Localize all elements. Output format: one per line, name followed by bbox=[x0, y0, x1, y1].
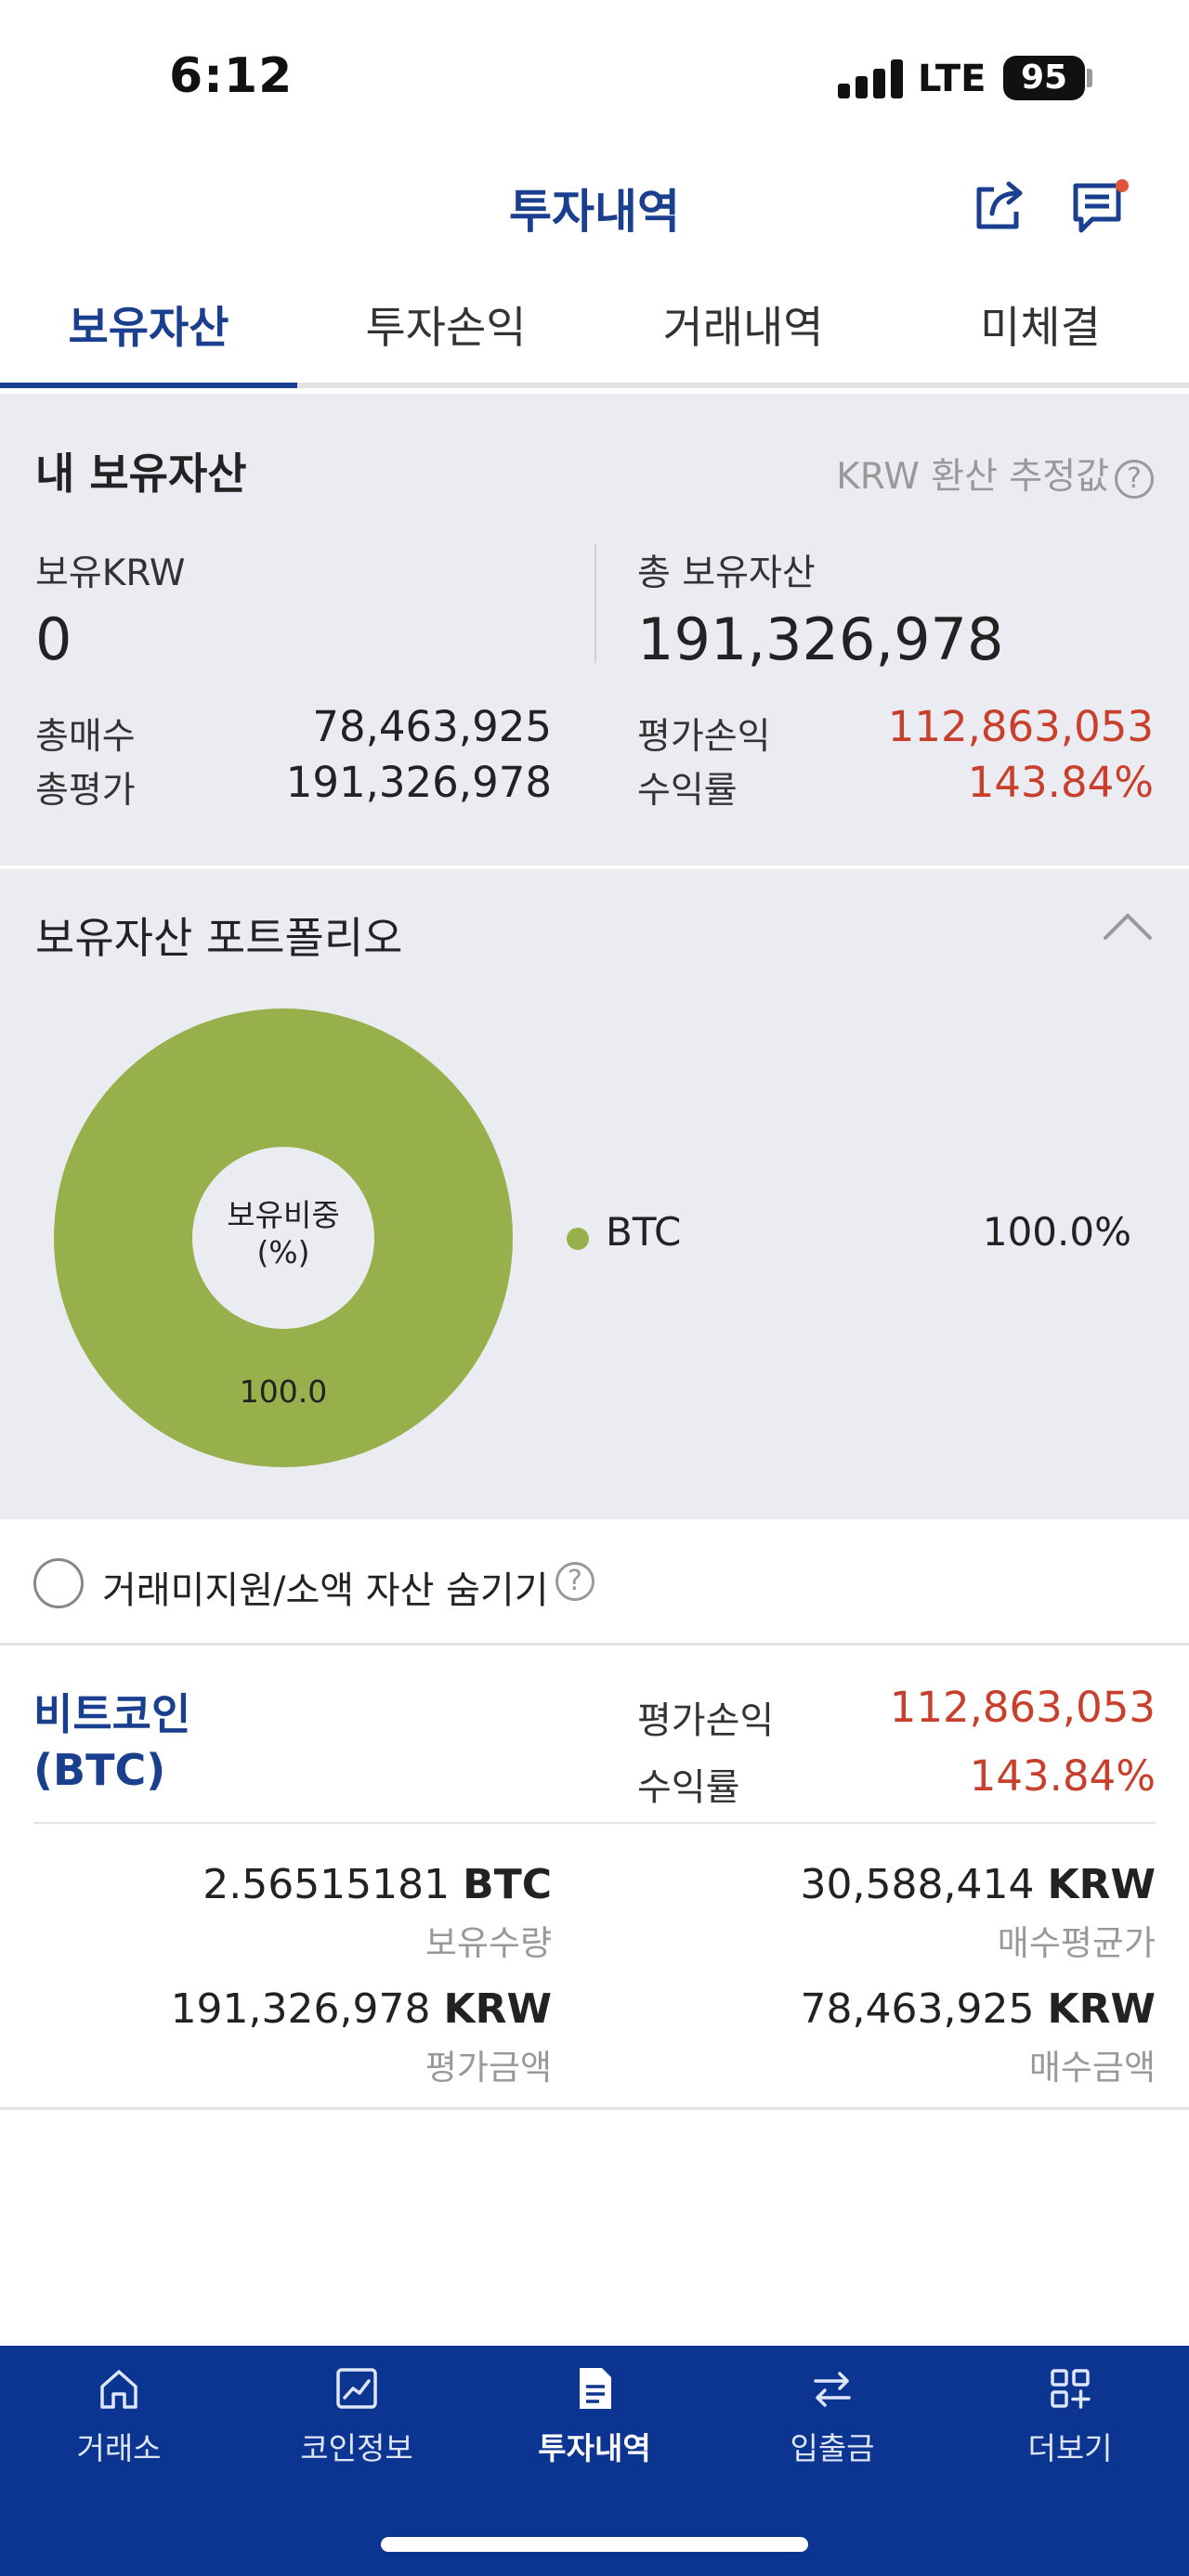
summary-title: 내 보유자산 bbox=[35, 449, 247, 499]
holding-buy-amount-value: 78,463,925 bbox=[800, 1985, 1035, 2033]
status-bar: 6:12 LTE 95 bbox=[0, 0, 1189, 149]
nav-label: 거래소 bbox=[76, 2430, 162, 2466]
summary-divider bbox=[594, 544, 596, 663]
transfer-icon bbox=[814, 2372, 851, 2407]
portfolio-section: 보유자산 포트폴리오 보유비중 (%) 100.0 BTC 100.0% bbox=[0, 869, 1189, 1519]
pnl-value: 112,863,053 bbox=[887, 702, 1154, 751]
holding-avg-price: 30,588,414 KRW bbox=[801, 1861, 1156, 1908]
holding-avg-price-value: 30,588,414 bbox=[800, 1861, 1035, 1908]
holding-quantity-value: 2.56515181 bbox=[203, 1861, 451, 1908]
holding-eval-amount-value: 191,326,978 bbox=[170, 1985, 431, 2033]
holding-pnl-label: 평가손익 bbox=[637, 1699, 775, 1742]
tab-profit-loss[interactable]: 투자손익 bbox=[297, 269, 594, 388]
hide-small-assets-checkbox[interactable] bbox=[33, 1558, 84, 1608]
help-icon[interactable]: ? bbox=[555, 1562, 594, 1601]
messages-icon[interactable] bbox=[1070, 176, 1131, 238]
portfolio-donut-chart: 보유비중 (%) 100.0 bbox=[54, 1008, 513, 1467]
nav-label: 입출금 bbox=[790, 2430, 875, 2466]
tab-transactions[interactable]: 거래내역 bbox=[594, 269, 892, 388]
nav-label: 투자내역 bbox=[538, 2430, 651, 2466]
total-buy-label: 총매수 bbox=[35, 716, 136, 758]
holding-roi-value: 143.84% bbox=[969, 1751, 1156, 1801]
tab-bar: 보유자산 투자손익 거래내역 미체결 bbox=[0, 269, 1189, 388]
page-header: 투자내역 bbox=[0, 149, 1189, 269]
roi-value: 143.84% bbox=[967, 758, 1154, 807]
total-assets-label: 총 보유자산 bbox=[637, 553, 816, 594]
battery-icon: 95 bbox=[1003, 56, 1085, 100]
holding-buy-amount-label: 매수금액 bbox=[1028, 2048, 1156, 2088]
status-time: 6:12 bbox=[169, 48, 294, 104]
coin-name: 비트코인 (BTC) bbox=[33, 1686, 190, 1798]
portfolio-title: 보유자산 포트폴리오 bbox=[35, 913, 403, 963]
holding-item-btc[interactable]: 비트코인 (BTC) 평가손익 112,863,053 수익률 143.84% … bbox=[0, 1646, 1189, 2110]
donut-slice-label: 100.0 bbox=[240, 1373, 327, 1410]
share-icon[interactable] bbox=[972, 176, 1029, 234]
krw-label: 보유KRW bbox=[35, 553, 186, 594]
holdings-summary: 내 보유자산 KRW 환산 추정값? 보유KRW 0 총 보유자산 191,32… bbox=[0, 394, 1189, 865]
grid-plus-icon bbox=[1051, 2369, 1091, 2409]
nav-deposit-withdraw[interactable]: 입출금 bbox=[713, 2346, 951, 2485]
coin-symbol: (BTC) bbox=[33, 1745, 166, 1795]
holding-buy-amount-unit: KRW bbox=[1047, 1985, 1156, 2033]
legend-name-btc: BTC bbox=[606, 1209, 682, 1255]
nav-label: 더보기 bbox=[1027, 2430, 1113, 2466]
nav-label: 코인정보 bbox=[300, 2430, 413, 2466]
chevron-up-icon[interactable] bbox=[1102, 910, 1154, 943]
holding-eval-amount-label: 평가금액 bbox=[425, 2048, 552, 2088]
holding-divider bbox=[33, 1822, 1156, 1824]
holding-roi-label: 수익률 bbox=[637, 1766, 740, 1809]
home-indicator bbox=[381, 2537, 808, 2552]
holding-buy-amount: 78,463,925 KRW bbox=[801, 1985, 1156, 2033]
holding-quantity-unit: BTC bbox=[463, 1861, 552, 1908]
nav-investment-history[interactable]: 투자내역 bbox=[476, 2346, 713, 2485]
roi-label: 수익률 bbox=[637, 770, 738, 812]
holding-avg-price-unit: KRW bbox=[1047, 1861, 1156, 1908]
nav-exchange[interactable]: 거래소 bbox=[0, 2346, 238, 2485]
total-eval-value: 191,326,978 bbox=[285, 758, 552, 807]
krw-note-label: KRW 환산 추정값 bbox=[836, 456, 1109, 498]
total-buy-value: 78,463,925 bbox=[312, 702, 552, 751]
holding-quantity: 2.56515181 BTC bbox=[203, 1861, 552, 1908]
coin-name-korean: 비트코인 bbox=[33, 1689, 191, 1739]
holding-pnl-value: 112,863,053 bbox=[889, 1683, 1156, 1732]
document-icon bbox=[580, 2368, 611, 2409]
donut-center-label: 보유비중 bbox=[227, 1197, 339, 1233]
total-assets-value: 191,326,978 bbox=[637, 605, 1004, 673]
hide-small-assets-label[interactable]: 거래미지원/소액 자산 숨기기 bbox=[102, 1560, 549, 1614]
legend-percent-btc: 100.0% bbox=[982, 1209, 1131, 1255]
legend-dot-btc bbox=[567, 1228, 589, 1250]
total-eval-label: 총평가 bbox=[35, 770, 136, 812]
holding-eval-amount-unit: KRW bbox=[443, 1985, 552, 2033]
hide-small-assets-row[interactable]: 거래미지원/소액 자산 숨기기 ? bbox=[0, 1519, 1189, 1646]
krw-value: 0 bbox=[35, 605, 72, 673]
nav-coin-info[interactable]: 코인정보 bbox=[238, 2346, 476, 2485]
signal-icon bbox=[838, 59, 903, 98]
tab-open-orders[interactable]: 미체결 bbox=[892, 269, 1189, 388]
nav-more[interactable]: 더보기 bbox=[951, 2346, 1189, 2485]
home-icon bbox=[100, 2370, 137, 2409]
tab-holdings[interactable]: 보유자산 bbox=[0, 269, 297, 388]
krw-estimate-note[interactable]: KRW 환산 추정값? bbox=[836, 448, 1154, 500]
holding-avg-price-label: 매수평균가 bbox=[997, 1923, 1156, 1963]
holding-quantity-label: 보유수량 bbox=[425, 1923, 552, 1963]
donut-center-unit: (%) bbox=[256, 1234, 309, 1270]
battery-tip bbox=[1087, 69, 1092, 87]
help-icon[interactable]: ? bbox=[1115, 459, 1154, 499]
chart-icon bbox=[336, 2368, 377, 2409]
pnl-label: 평가손익 bbox=[637, 716, 771, 758]
holding-eval-amount: 191,326,978 KRW bbox=[171, 1985, 552, 2033]
network-label: LTE bbox=[918, 58, 986, 100]
